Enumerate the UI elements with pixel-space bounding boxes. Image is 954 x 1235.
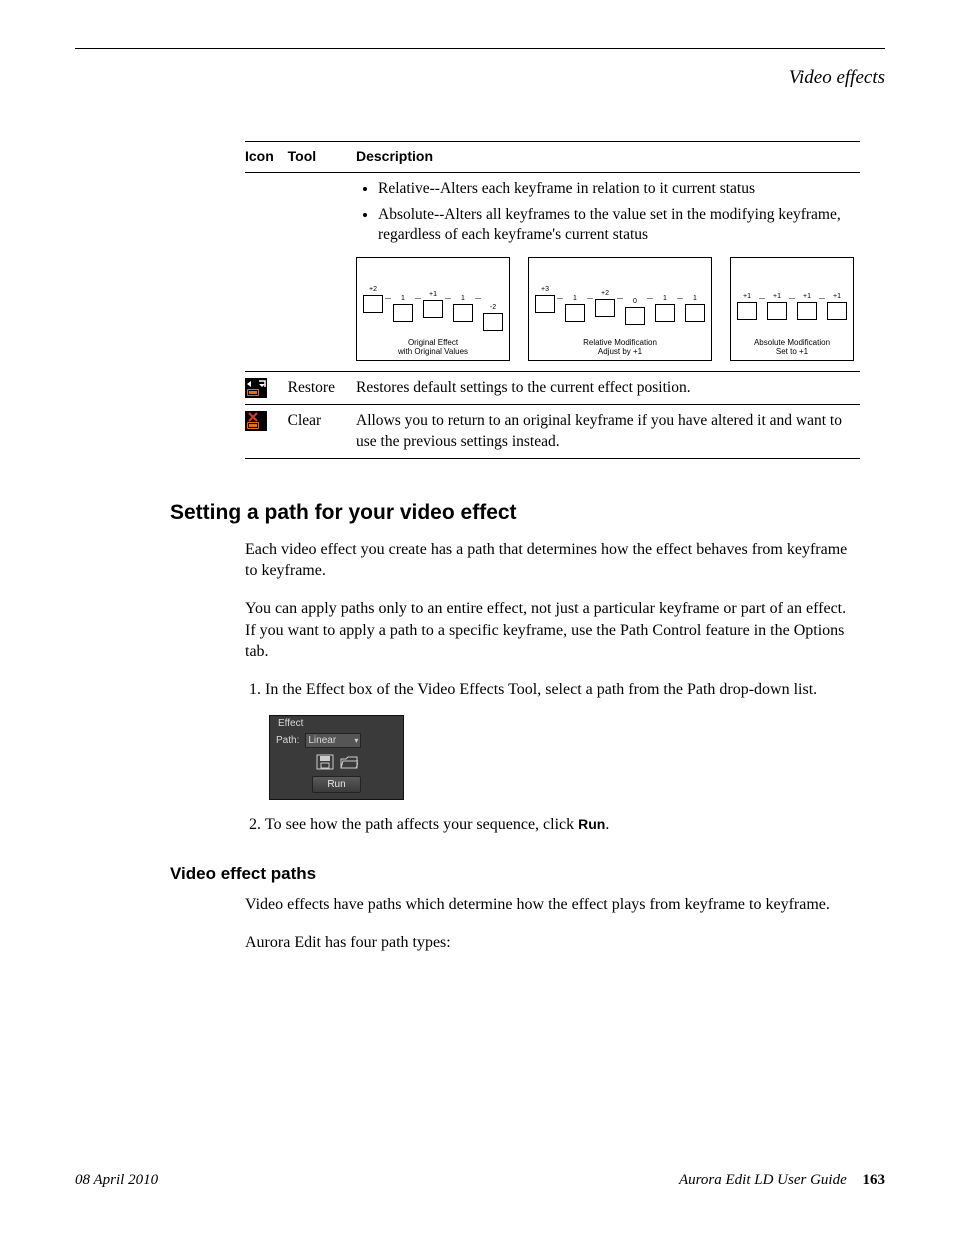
running-header: Video effects <box>75 67 885 89</box>
clear-tool-label: Clear <box>288 405 356 458</box>
path-label: Path: <box>276 735 299 746</box>
bullet-absolute: Absolute--Alters all keyframes to the va… <box>378 205 854 245</box>
th-description: Description <box>356 142 860 171</box>
effect-panel: Effect Path: Linear Run <box>269 715 404 800</box>
effect-icon-row <box>276 754 397 770</box>
path-dropdown[interactable]: Linear <box>305 733 361 748</box>
clear-icon <box>245 405 288 458</box>
footer-page-number: 163 <box>863 1172 886 1188</box>
section-p2: You can apply paths only to an entire ef… <box>245 598 850 663</box>
subsection-p2: Aurora Edit has four path types: <box>245 932 850 954</box>
steps-list: In the Effect box of the Video Effects T… <box>245 679 850 701</box>
description-bullets: Relative--Alters each keyframe in relati… <box>356 179 854 245</box>
run-button[interactable]: Run <box>312 776 360 793</box>
page-container: Video effects Icon Tool Description R <box>75 48 885 970</box>
diagram-absolute: +1 +1 +1 +1 Absolute ModificationSet to … <box>730 257 854 361</box>
restore-tool-label: Restore <box>288 372 356 405</box>
footer-date: 08 April 2010 <box>75 1172 158 1189</box>
clear-description: Allows you to return to an original keyf… <box>356 405 860 458</box>
tool-table: Icon Tool Description Relative--Alters e… <box>245 141 860 459</box>
diagram-original: +2 1 +1 1 -2 Origin <box>356 257 510 361</box>
th-tool: Tool <box>288 142 356 171</box>
open-icon[interactable] <box>340 754 358 770</box>
bullet-relative: Relative--Alters each keyframe in relati… <box>378 179 854 199</box>
effect-legend: Effect <box>276 718 305 729</box>
diagram-relative: +3 1 +2 0 1 1 <box>528 257 712 361</box>
subsection-p1: Video effects have paths which determine… <box>245 894 850 916</box>
steps-list-2: To see how the path affects your sequenc… <box>245 814 850 836</box>
table-row-restore: Restore Restores default settings to the… <box>245 372 860 405</box>
page-footer: 08 April 2010 Aurora Edit LD User Guide … <box>75 1172 885 1189</box>
restore-description: Restores default settings to the current… <box>356 372 860 405</box>
table-row-continuation: Relative--Alters each keyframe in relati… <box>245 172 860 372</box>
table-row-clear: Clear Allows you to return to an origina… <box>245 405 860 458</box>
th-icon: Icon <box>245 142 288 171</box>
save-icon[interactable] <box>316 754 334 770</box>
subsection-heading: Video effect paths <box>170 864 885 884</box>
step-1: In the Effect box of the Video Effects T… <box>265 679 850 701</box>
section-p1: Each video effect you create has a path … <box>245 539 850 582</box>
table-region: Icon Tool Description Relative--Alters e… <box>245 141 860 459</box>
diagram-row: +2 1 +1 1 -2 Origin <box>356 257 854 361</box>
restore-icon <box>245 372 288 405</box>
section-heading: Setting a path for your video effect <box>170 501 885 525</box>
step-2: To see how the path affects your sequenc… <box>265 814 850 836</box>
footer-guide: Aurora Edit LD User Guide <box>679 1172 847 1188</box>
